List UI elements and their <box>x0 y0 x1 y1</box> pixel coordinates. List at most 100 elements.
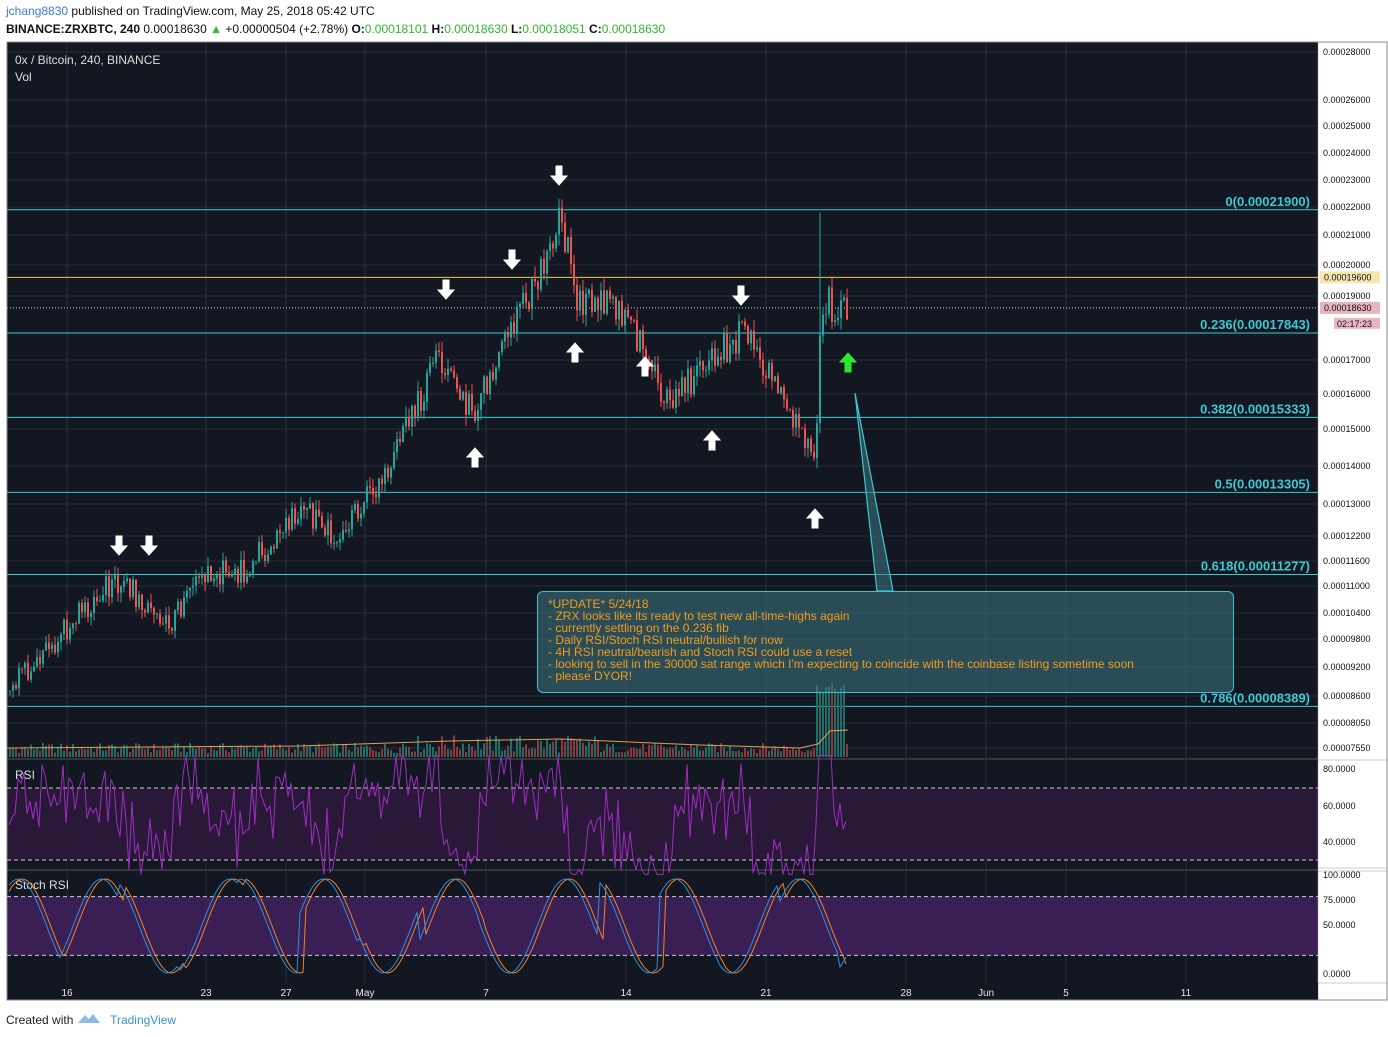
volume-bar <box>114 746 116 757</box>
volume-bar <box>246 746 248 757</box>
volume-bar <box>180 751 182 757</box>
volume-bar <box>261 750 263 757</box>
candle <box>825 314 827 316</box>
volume-bar <box>339 752 341 757</box>
volume-bar <box>744 747 746 757</box>
volume-bar <box>255 747 257 757</box>
volume-bar <box>363 746 365 757</box>
candle <box>273 546 275 549</box>
candle <box>762 359 764 376</box>
volume-bar <box>810 750 812 757</box>
candle <box>114 575 116 580</box>
volume-bar <box>294 749 296 757</box>
candle <box>183 597 185 617</box>
volume-bar <box>321 747 323 757</box>
candle <box>732 339 734 345</box>
volume-bar <box>54 752 56 757</box>
candle <box>255 561 257 563</box>
volume-bar <box>243 746 245 757</box>
price-tick-label: 0.00010400 <box>1323 608 1371 618</box>
volume-bar <box>444 744 446 757</box>
volume-bar <box>36 748 38 757</box>
candle <box>285 517 287 533</box>
volume-bar <box>360 745 362 757</box>
candle <box>336 542 338 544</box>
candle <box>741 321 743 323</box>
volume-bar <box>174 743 176 757</box>
volume-bar <box>315 746 317 757</box>
price-tick-label: 0.00022000 <box>1323 202 1371 212</box>
candle <box>288 517 290 530</box>
candle <box>144 610 146 613</box>
volume-bar <box>570 737 572 757</box>
volume-bar <box>492 750 494 757</box>
candle <box>570 237 572 265</box>
candle <box>240 559 242 583</box>
candle <box>69 627 71 640</box>
volume-bar <box>72 743 74 757</box>
candle <box>471 393 473 411</box>
volume-bar <box>741 752 743 757</box>
candle <box>690 368 692 395</box>
volume-bar <box>228 752 230 757</box>
volume-bar <box>756 752 758 757</box>
volume-bar <box>135 743 137 757</box>
tradingview-logo-icon <box>77 1013 104 1027</box>
candle <box>504 332 506 342</box>
volume-bar <box>420 751 422 757</box>
candle <box>780 386 782 394</box>
volume-bar <box>216 750 218 757</box>
candle <box>300 506 302 520</box>
volume-bar <box>828 686 830 757</box>
volume-bar <box>333 743 335 757</box>
candle <box>639 330 641 352</box>
candle <box>330 520 332 544</box>
volume-bar <box>516 737 518 757</box>
candle <box>546 251 548 274</box>
candle <box>72 623 74 628</box>
volume-bar <box>576 740 578 757</box>
tradingview-link[interactable]: TradingView <box>110 1013 176 1027</box>
time-tick-label: 7 <box>483 988 489 999</box>
volume-bar <box>684 748 686 757</box>
candle <box>723 333 725 360</box>
price-chart[interactable]: 0.00028000 0.00026000 0.00025000 0.00024000… <box>0 0 1388 1037</box>
candle <box>186 590 188 598</box>
volume-bar <box>762 743 764 757</box>
volume-bar <box>657 745 659 757</box>
candle <box>228 572 230 577</box>
candle <box>708 360 710 370</box>
volume-bar <box>705 747 707 757</box>
candle <box>369 486 371 489</box>
candle <box>642 330 644 350</box>
volume-bar <box>642 743 644 757</box>
volume-bar <box>552 741 554 757</box>
volume-bar <box>171 750 173 757</box>
volume-bar <box>807 750 809 757</box>
candle <box>432 362 434 364</box>
candle <box>159 613 161 624</box>
volume-bar <box>819 691 821 757</box>
candle <box>489 372 491 394</box>
volume-bar <box>504 749 506 757</box>
volume-bar <box>546 738 548 757</box>
volume-bar <box>78 749 80 757</box>
candle <box>576 284 578 311</box>
candle <box>819 335 821 424</box>
candle <box>177 601 179 611</box>
volume-bar <box>201 748 203 757</box>
volume-bar <box>591 743 593 757</box>
volume-bar <box>771 748 773 757</box>
candle <box>375 494 377 498</box>
volume-bar <box>183 746 185 757</box>
candle <box>477 409 479 421</box>
candle <box>15 684 17 689</box>
candle <box>216 574 218 579</box>
volume-bar <box>96 746 98 757</box>
volume-bar <box>585 745 587 757</box>
volume-bar <box>726 751 728 757</box>
volume-bar <box>312 752 314 757</box>
candle <box>393 452 395 468</box>
candle <box>222 560 224 585</box>
volume-bar <box>555 739 557 757</box>
